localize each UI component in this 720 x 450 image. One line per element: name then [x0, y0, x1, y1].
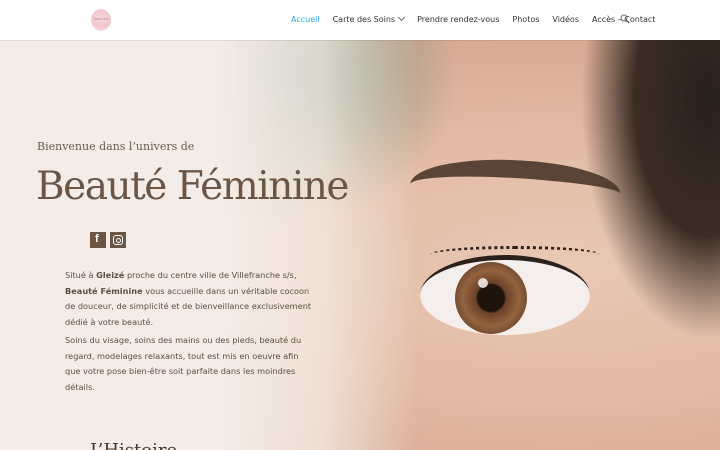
hero-title: Beauté Féminine: [36, 164, 350, 209]
section-heading-histoire: L’Histoire: [90, 440, 177, 450]
hero-photo-iris: [455, 262, 527, 334]
nav-item-videos[interactable]: Vidéos: [552, 15, 579, 24]
hero-section: Bienvenue dans l’univers de Beauté Fémin…: [0, 40, 720, 450]
p1-brand: Beauté Féminine: [65, 285, 143, 296]
intro-paragraph: Situé à Gleizé proche du centre ville de…: [65, 268, 315, 330]
facebook-icon[interactable]: f: [90, 232, 106, 248]
search-icon[interactable]: [620, 14, 630, 24]
p1-text-c: proche du centre ville de Villefranche s…: [124, 270, 297, 280]
hero-photo-eye-highlight: [478, 278, 488, 288]
nav-item-photos[interactable]: Photos: [512, 15, 539, 24]
logo-text: BEAUTÉ: [94, 17, 108, 21]
hero-photo-lashes: [430, 246, 600, 263]
site-logo[interactable]: BEAUTÉ: [91, 9, 111, 31]
site-header: BEAUTÉ Accueil Carte des Soins Prendre r…: [0, 0, 720, 40]
hero-intro: Bienvenue dans l’univers de: [37, 140, 195, 153]
nav-item-carte-des-soins[interactable]: Carte des Soins: [332, 13, 406, 24]
nav-item-accueil[interactable]: Accueil: [291, 15, 320, 24]
nav-label-carte-des-soins: Carte des Soins: [332, 15, 396, 24]
p1-location: Gleizé: [96, 270, 125, 280]
main-nav: Accueil Carte des Soins Prendre rendez-v…: [291, 13, 668, 24]
chevron-down-icon: [398, 13, 406, 22]
services-paragraph: Soins du visage, soins des mains ou des …: [65, 335, 302, 392]
p1-text-a: Situé à: [65, 270, 97, 280]
instagram-icon[interactable]: [110, 232, 126, 248]
nav-item-rendez-vous[interactable]: Prendre rendez-vous: [417, 15, 499, 24]
